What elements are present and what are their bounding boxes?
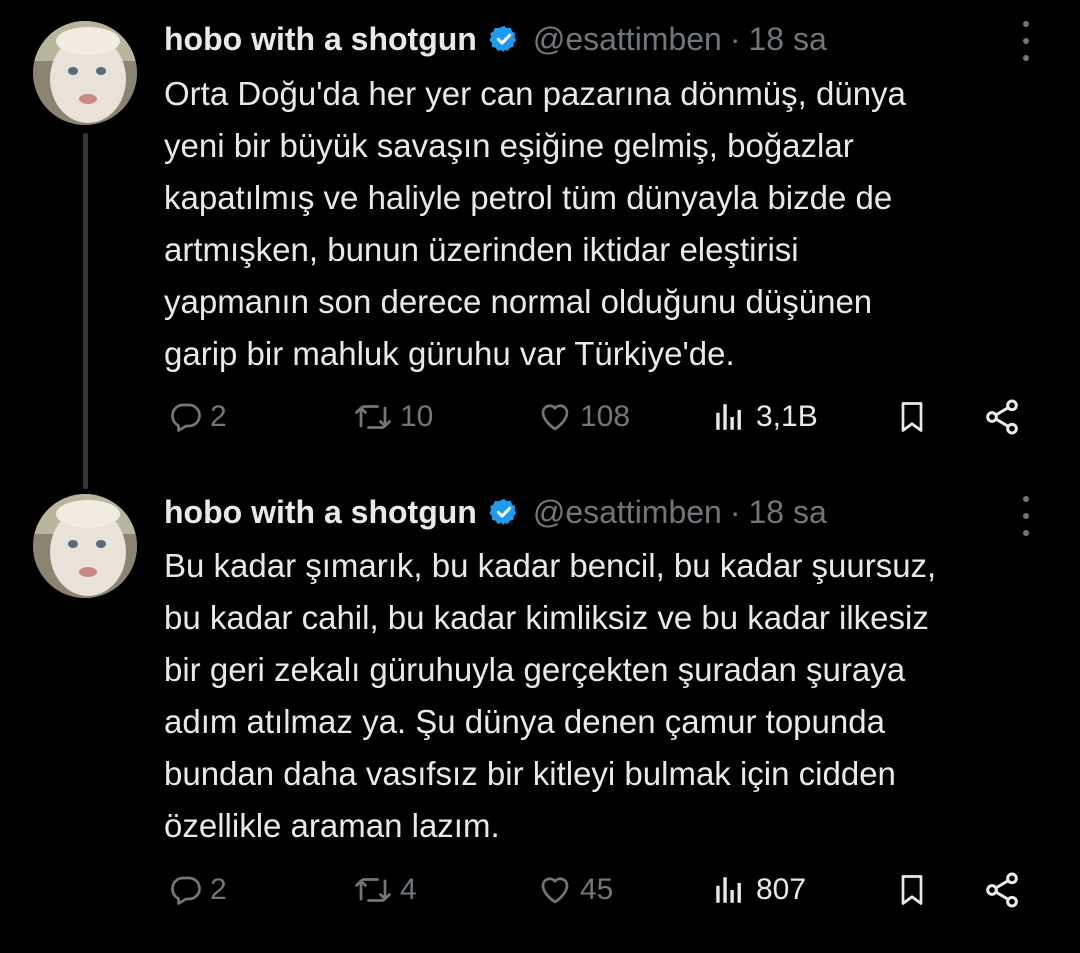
bookmark-icon bbox=[901, 402, 923, 432]
reply-icon bbox=[171, 403, 201, 432]
tweet-text-line: bir geri zekalı güruhuyla gerçekten şura… bbox=[164, 651, 906, 688]
heart-icon bbox=[541, 404, 569, 431]
more-vertical-icon[interactable] bbox=[1018, 496, 1034, 536]
like-count: 108 bbox=[580, 400, 631, 433]
verified-badge-icon bbox=[489, 25, 516, 53]
views-count: 3,1B bbox=[756, 400, 818, 433]
timestamp[interactable]: 18 sa bbox=[749, 494, 827, 531]
tweet-text-line: Bu kadar şımarık, bu kadar bencil, bu ka… bbox=[164, 547, 937, 584]
repost-icon bbox=[355, 405, 391, 429]
reply-count: 2 bbox=[210, 873, 227, 906]
tweet-text: Bu kadar şımarık, bu kadar bencil, bu ka… bbox=[164, 540, 1064, 852]
thread-connector-line bbox=[83, 133, 88, 489]
tweet-text-line: bu kadar cahil, bu kadar kimliksiz ve bu… bbox=[164, 599, 929, 636]
like-button[interactable]: 108 bbox=[536, 392, 630, 442]
author-name[interactable]: hobo with a shotgun bbox=[164, 21, 477, 58]
like-count: 45 bbox=[580, 873, 614, 906]
repost-count: 4 bbox=[400, 873, 417, 906]
share-button[interactable] bbox=[982, 392, 1022, 442]
reply-button[interactable]: 2 bbox=[168, 865, 227, 915]
verified-badge-icon bbox=[489, 498, 516, 526]
repost-button[interactable]: 4 bbox=[352, 865, 417, 915]
like-button[interactable]: 45 bbox=[536, 865, 613, 915]
share-icon bbox=[986, 872, 1018, 908]
views-count: 807 bbox=[756, 873, 807, 906]
tweet-text-line: yeni bir büyük savaşın eşiğine gelmiş, b… bbox=[164, 127, 854, 164]
tweet-text: Orta Doğu'da her yer can pazarına dönmüş… bbox=[164, 68, 1064, 380]
more-vertical-icon[interactable] bbox=[1018, 21, 1034, 61]
tweet-text-line: adım atılmaz ya. Şu dünya denen çamur to… bbox=[164, 703, 885, 740]
tweet-text-line: özellikle araman lazım. bbox=[164, 807, 500, 844]
reply-icon bbox=[171, 876, 201, 905]
tweet-text-line: kapatılmış ve haliyle petrol tüm dünyayl… bbox=[164, 179, 893, 216]
reply-button[interactable]: 2 bbox=[168, 392, 227, 442]
repost-icon bbox=[355, 878, 391, 902]
views-button[interactable]: 3,1B bbox=[712, 392, 818, 442]
share-button[interactable] bbox=[982, 865, 1022, 915]
reply-count: 2 bbox=[210, 400, 227, 433]
repost-button[interactable]: 10 bbox=[352, 392, 433, 442]
share-icon bbox=[986, 399, 1018, 435]
tweet-header: hobo with a shotgun @esattimben · 18 sa bbox=[164, 17, 827, 61]
separator-dot: · bbox=[729, 20, 741, 57]
views-bar-chart-icon bbox=[716, 404, 741, 430]
views-button[interactable]: 807 bbox=[712, 865, 806, 915]
tweet-actions: 2 4 45 807 bbox=[164, 865, 1044, 915]
bookmark-icon bbox=[901, 875, 923, 905]
tweet-text-line: yapmanın son derece normal olduğunu düşü… bbox=[164, 283, 873, 320]
separator-dot: · bbox=[729, 493, 741, 530]
tweet-actions: 2 10 108 3,1B bbox=[164, 392, 1044, 442]
author-name[interactable]: hobo with a shotgun bbox=[164, 494, 477, 531]
tweet-header: hobo with a shotgun @esattimben · 18 sa bbox=[164, 490, 827, 534]
heart-icon bbox=[541, 877, 569, 904]
tweet-text-line: artmışken, bunun üzerinden iktidar eleşt… bbox=[164, 231, 799, 268]
tweet-text-line: Orta Doğu'da her yer can pazarına dönmüş… bbox=[164, 75, 906, 112]
author-handle[interactable]: @esattimben bbox=[533, 21, 722, 58]
avatar[interactable] bbox=[33, 494, 137, 598]
author-handle[interactable]: @esattimben bbox=[533, 494, 722, 531]
avatar[interactable] bbox=[33, 21, 137, 125]
bookmark-button[interactable] bbox=[894, 865, 930, 915]
bookmark-button[interactable] bbox=[894, 392, 930, 442]
timestamp[interactable]: 18 sa bbox=[749, 21, 827, 58]
tweet-text-line: bundan daha vasıfsız bir kitleyi bulmak … bbox=[164, 755, 896, 792]
repost-count: 10 bbox=[400, 400, 434, 433]
views-bar-chart-icon bbox=[716, 877, 741, 903]
tweet-text-line: garip bir mahluk güruhu var Türkiye'de. bbox=[164, 335, 735, 372]
